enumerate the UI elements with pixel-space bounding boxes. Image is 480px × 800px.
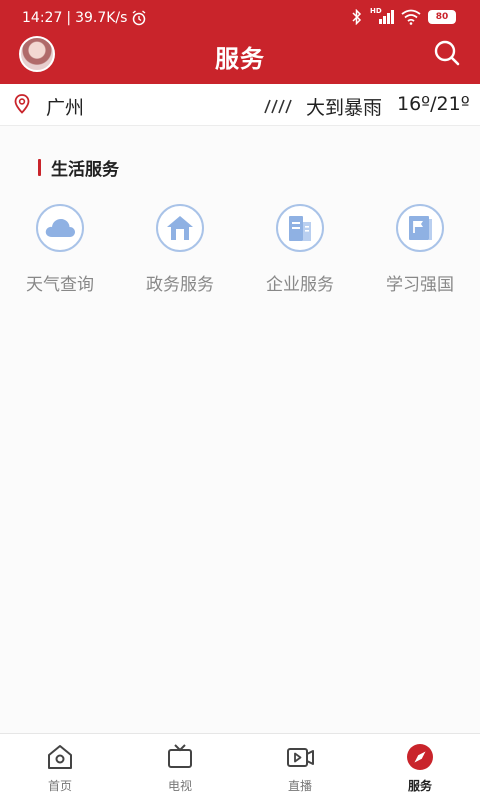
location-pin-icon bbox=[14, 94, 30, 114]
nav-label-tv: 电视 bbox=[167, 779, 192, 793]
compass-icon bbox=[407, 744, 433, 770]
status-net-speed: 39.7K/s bbox=[75, 10, 128, 26]
nav-label-service: 服务 bbox=[407, 779, 432, 793]
tv-icon bbox=[168, 744, 192, 768]
nav-item-tv[interactable]: 电视 bbox=[120, 734, 240, 800]
home-icon bbox=[48, 745, 72, 769]
service-enterprise[interactable]: 企业服务 bbox=[240, 204, 360, 295]
service-xuexi-qiangguo[interactable]: 学习强国 bbox=[360, 204, 480, 295]
house-icon bbox=[156, 204, 204, 252]
app-header: 14:27 | 39.7K/s HD 80 服务 bbox=[0, 0, 480, 84]
alarm-icon bbox=[133, 10, 146, 26]
nav-item-live[interactable]: 直播 bbox=[240, 734, 360, 800]
nav-item-home[interactable]: 首页 bbox=[0, 734, 120, 800]
building-icon bbox=[276, 204, 324, 252]
status-time: 14:27 bbox=[22, 10, 63, 26]
flag-book-icon bbox=[396, 204, 444, 252]
service-weather-query[interactable]: 天气查询 bbox=[0, 204, 120, 295]
service-label: 天气查询 bbox=[26, 275, 94, 295]
rain-icon bbox=[264, 99, 292, 114]
weather-condition: 大到暴雨 bbox=[306, 97, 383, 119]
status-left: 14:27 | 39.7K/s bbox=[22, 10, 147, 26]
temperature-range: 16º/21º bbox=[397, 93, 470, 115]
bluetooth-icon bbox=[352, 9, 362, 25]
nav-item-service[interactable]: 服务 bbox=[360, 734, 480, 800]
service-label: 学习强国 bbox=[386, 275, 454, 295]
city-selector[interactable]: 广州 bbox=[46, 93, 84, 120]
search-icon[interactable] bbox=[432, 38, 462, 68]
status-separator: | bbox=[66, 10, 72, 26]
section-title: 生活服务 bbox=[51, 160, 119, 180]
page-title: 服务 bbox=[215, 45, 265, 73]
service-label: 政务服务 bbox=[146, 275, 214, 295]
signal-icon: HD bbox=[370, 7, 394, 25]
section-accent-bar bbox=[38, 159, 41, 176]
status-bar: 14:27 | 39.7K/s HD 80 bbox=[0, 0, 480, 36]
title-bar: 服务 bbox=[0, 32, 480, 80]
service-government[interactable]: 政务服务 bbox=[120, 204, 240, 295]
location-weather-bar: 广州 大到暴雨 16º/21º bbox=[0, 84, 480, 126]
battery-indicator: 80 bbox=[428, 10, 456, 24]
nav-label-live: 直播 bbox=[287, 779, 312, 793]
cloud-icon bbox=[36, 204, 84, 252]
bottom-nav: 首页 电视 直播 服务 bbox=[0, 733, 480, 800]
wifi-icon bbox=[401, 9, 421, 25]
service-label: 企业服务 bbox=[266, 275, 334, 295]
live-video-icon bbox=[287, 748, 314, 767]
status-right: HD 80 bbox=[351, 7, 456, 25]
section-header: 生活服务 bbox=[38, 155, 119, 180]
nav-label-home: 首页 bbox=[47, 779, 72, 793]
